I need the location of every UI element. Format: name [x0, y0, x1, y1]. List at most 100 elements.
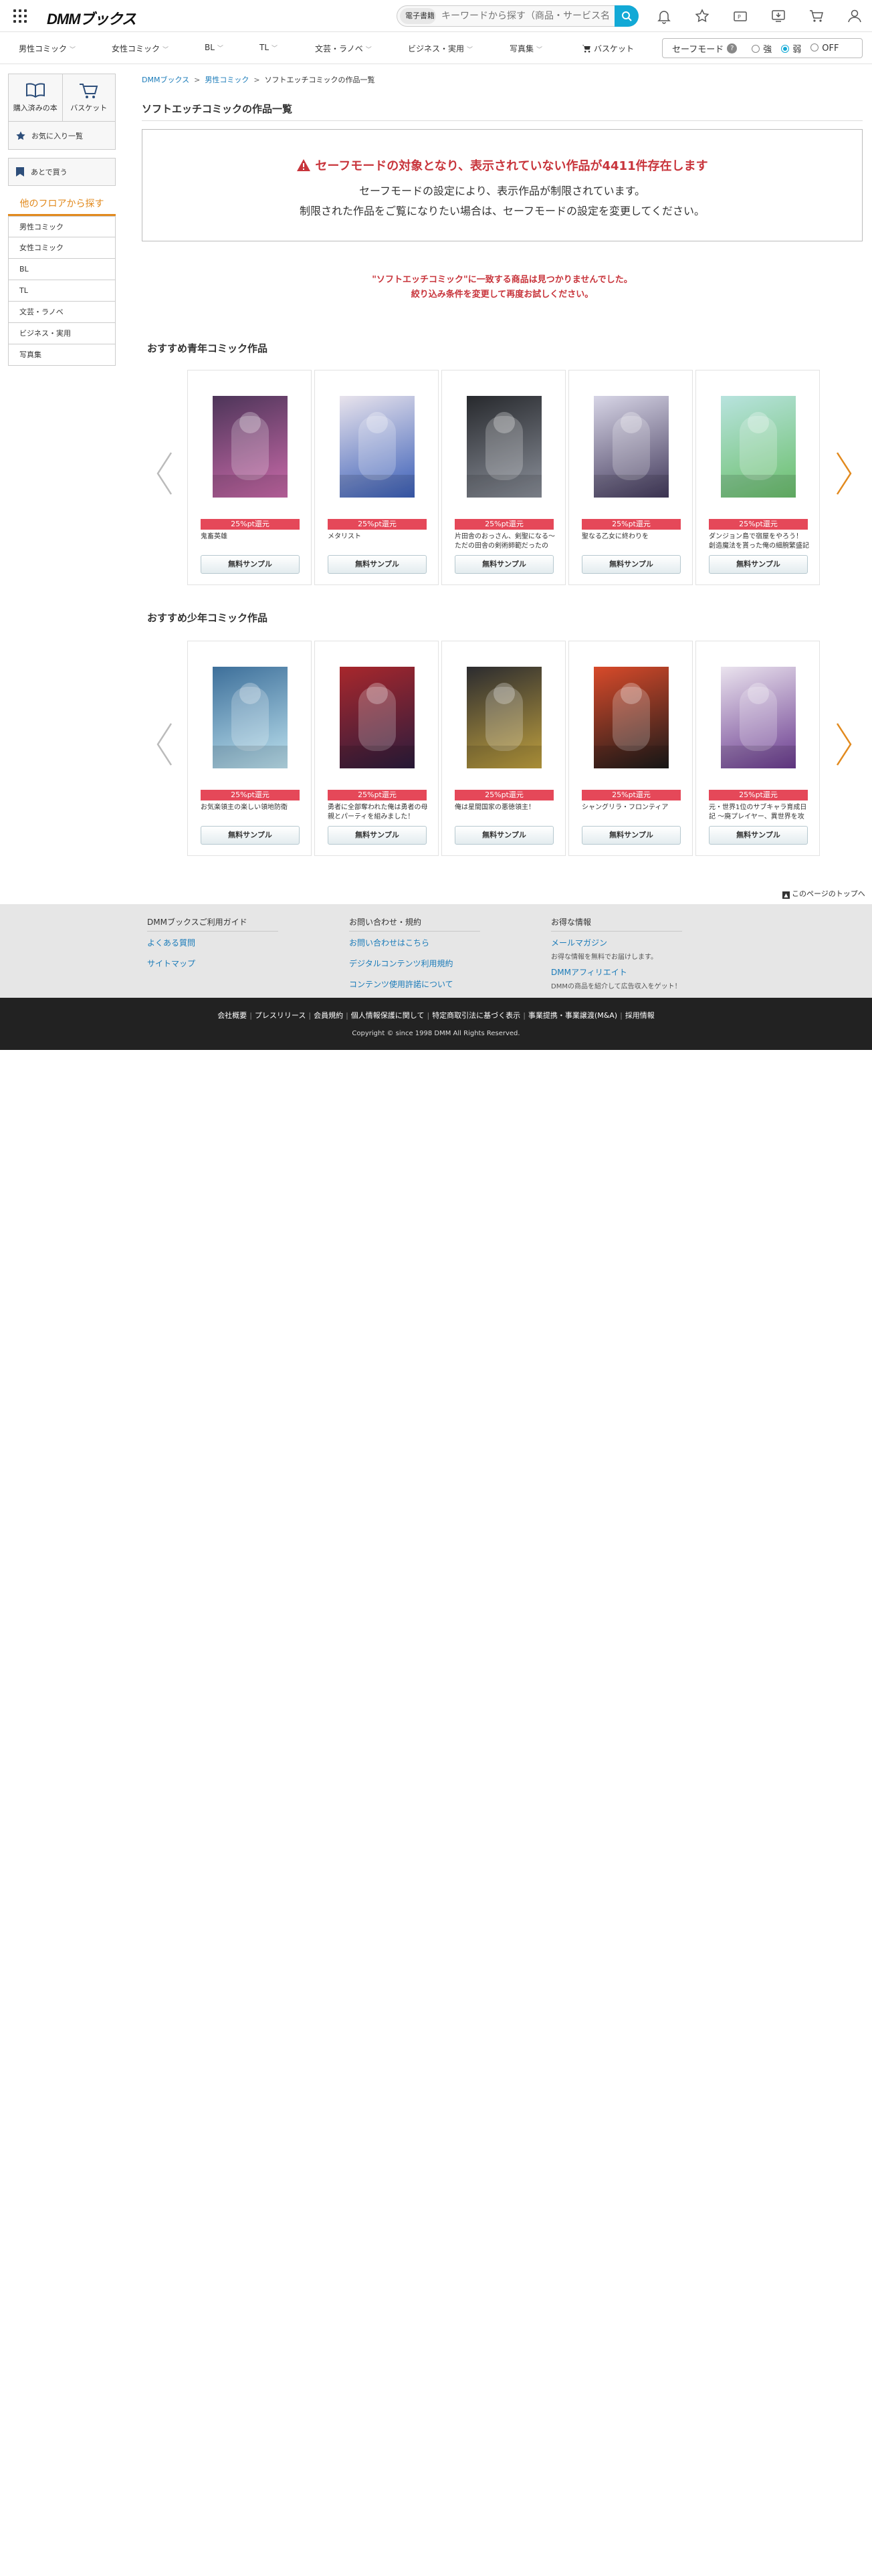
floor-item[interactable]: ビジネス・実用: [8, 323, 116, 344]
point-card-icon[interactable]: P: [732, 8, 748, 24]
search-input[interactable]: [441, 11, 609, 21]
radio-selected-icon: [781, 44, 790, 53]
bell-icon[interactable]: [656, 8, 672, 24]
book-cover-image[interactable]: [594, 667, 669, 768]
footer-link[interactable]: よくある質問: [147, 937, 278, 948]
footer-link[interactable]: コンテンツ使用許諾について: [349, 978, 480, 990]
book-cover-image[interactable]: [721, 396, 796, 498]
product-card[interactable]: 25%pt還元 シャングリラ・フロンティア 無料サンプル: [568, 641, 693, 856]
footer-bottom-link[interactable]: 会社概要: [217, 1011, 247, 1020]
product-title[interactable]: 元・世界1位のサブキャラ育成日記 ～廃プレイヤー、異世界を攻略中！～: [709, 803, 809, 822]
book-cover-image[interactable]: [340, 667, 415, 768]
favorites-link[interactable]: お気に入り一覧: [8, 122, 116, 150]
footer-bottom-link[interactable]: 会員規約: [314, 1011, 343, 1020]
breadcrumb-link[interactable]: 男性コミック: [205, 76, 249, 84]
product-title[interactable]: シャングリラ・フロンティア: [582, 803, 682, 822]
book-cover-image[interactable]: [594, 396, 669, 498]
footer-link[interactable]: サイトマップ: [147, 958, 278, 969]
product-card[interactable]: 25%pt還元 ダンジョン島で宿屋をやろう！ 創造魔法を貰った俺の細腕繁盛記 無料サ…: [695, 370, 820, 585]
footer-bottom-link[interactable]: 事業提携・事業譲渡(M&A): [528, 1011, 617, 1020]
footer-bottom-link[interactable]: プレスリリース: [255, 1011, 306, 1020]
footer-link[interactable]: デジタルコンテンツ利用規約: [349, 958, 480, 969]
footer-link[interactable]: お問い合わせはこちら: [349, 937, 480, 948]
nav-basket-link[interactable]: バスケット: [582, 43, 634, 54]
nav-item-tl[interactable]: TL ﹀: [259, 43, 278, 52]
product-card[interactable]: 25%pt還元 聖なる乙女に終わりを 無料サンプル: [568, 370, 693, 585]
safe-mode-option-off[interactable]: OFF: [810, 43, 839, 53]
product-title[interactable]: 俺は星間国家の悪徳領主！: [455, 803, 555, 822]
book-cover-image[interactable]: [721, 667, 796, 768]
safe-mode-option-strong[interactable]: 強: [752, 42, 772, 55]
nav-item-photobook[interactable]: 写真集 ﹀: [510, 43, 542, 54]
free-sample-button[interactable]: 無料サンプル: [455, 826, 554, 845]
free-sample-button[interactable]: 無料サンプル: [328, 826, 427, 845]
free-sample-button[interactable]: 無料サンプル: [201, 555, 300, 574]
product-card[interactable]: 25%pt還元 メタリスト 無料サンプル: [314, 370, 439, 585]
sidebar-basket-button[interactable]: バスケット: [62, 74, 116, 121]
nav-item-womens-comic[interactable]: 女性コミック ﹀: [112, 43, 169, 54]
svg-text:P: P: [738, 14, 741, 20]
nav-item-business[interactable]: ビジネス・実用 ﹀: [408, 43, 473, 54]
floor-item[interactable]: 写真集: [8, 344, 116, 366]
floor-item[interactable]: 女性コミック: [8, 237, 116, 259]
product-title[interactable]: メタリスト: [328, 532, 428, 551]
product-title[interactable]: お気楽領主の楽しい領地防衛: [201, 803, 301, 822]
product-title[interactable]: 鬼畜英雄: [201, 532, 301, 551]
book-cover-image[interactable]: [467, 667, 542, 768]
floor-item[interactable]: BL: [8, 259, 116, 280]
cart-icon[interactable]: [808, 8, 825, 24]
footer-bottom-link[interactable]: 個人情報保護に関して: [351, 1011, 425, 1020]
search-category-select[interactable]: 電子書籍 全: [400, 8, 436, 24]
nav-item-novel[interactable]: 文芸・ラノベ ﹀: [315, 43, 372, 54]
book-cover-image[interactable]: [213, 396, 288, 498]
footer-text: お得な情報を無料でお届けします。: [551, 954, 657, 961]
footer-separator: |: [346, 1011, 348, 1020]
footer-column-title: お問い合わせ・規約: [349, 916, 480, 932]
footer-bottom-link[interactable]: 採用情報: [625, 1011, 655, 1020]
floor-item[interactable]: 文芸・ラノベ: [8, 302, 116, 323]
user-icon[interactable]: [847, 8, 863, 24]
product-card[interactable]: 25%pt還元 俺は星間国家の悪徳領主！ 無料サンプル: [441, 641, 566, 856]
carousel-prev-arrow[interactable]: [154, 721, 175, 768]
help-icon[interactable]: ?: [727, 43, 738, 53]
free-sample-button[interactable]: 無料サンプル: [582, 826, 681, 845]
footer-link[interactable]: DMMアフィリエイト: [551, 966, 682, 978]
product-title[interactable]: 勇者に全部奪われた俺は勇者の母親とパーティを組みました！: [328, 803, 428, 822]
download-icon[interactable]: [770, 8, 786, 24]
book-cover-image[interactable]: [213, 667, 288, 768]
free-sample-button[interactable]: 無料サンプル: [455, 555, 554, 574]
book-cover-image[interactable]: [467, 396, 542, 498]
product-title[interactable]: 聖なる乙女に終わりを: [582, 532, 682, 551]
footer-link[interactable]: メールマガジン: [551, 937, 682, 948]
product-card[interactable]: 25%pt還元元・世界1位のサブキャラ育成日記 ～廃プレイヤー、異世界を攻略中！…: [695, 641, 820, 856]
carousel-next-arrow[interactable]: [833, 450, 855, 497]
product-card[interactable]: 25%pt還元 鬼畜英雄 無料サンプル: [187, 370, 312, 585]
floor-item[interactable]: TL: [8, 280, 116, 302]
carousel-next-arrow[interactable]: [833, 721, 855, 768]
free-sample-button[interactable]: 無料サンプル: [582, 555, 681, 574]
product-card[interactable]: 25%pt還元 勇者に全部奪われた俺は勇者の母親とパーティを組みました！ 無料サンプ…: [314, 641, 439, 856]
back-to-top-link[interactable]: ▲ このページのトップへ: [782, 888, 865, 899]
free-sample-button[interactable]: 無料サンプル: [709, 826, 808, 845]
carousel-prev-arrow[interactable]: [154, 450, 175, 497]
site-logo[interactable]: DMMブックス: [47, 7, 136, 29]
safe-mode-option-weak[interactable]: 弱: [781, 42, 801, 55]
floor-item[interactable]: 男性コミック: [8, 216, 116, 237]
breadcrumb-link[interactable]: DMMブックス: [142, 76, 189, 84]
nav-item-bl[interactable]: BL ﹀: [205, 43, 223, 52]
purchased-books-button[interactable]: 購入済みの本: [9, 74, 62, 121]
apps-grid-icon[interactable]: [13, 9, 27, 23]
search-button[interactable]: [615, 5, 639, 27]
product-card[interactable]: 25%pt還元片田舎のおっさん、剣聖になる～ただの田舎の剣術師範だったのに、大成…: [441, 370, 566, 585]
free-sample-button[interactable]: 無料サンプル: [709, 555, 808, 574]
buy-later-link[interactable]: あとで買う: [8, 158, 116, 186]
star-icon[interactable]: [694, 8, 710, 24]
product-card[interactable]: 25%pt還元 お気楽領主の楽しい領地防衛 無料サンプル: [187, 641, 312, 856]
free-sample-button[interactable]: 無料サンプル: [328, 555, 427, 574]
product-title[interactable]: ダンジョン島で宿屋をやろう！ 創造魔法を貰った俺の細腕繁盛記: [709, 532, 809, 551]
book-cover-image[interactable]: [340, 396, 415, 498]
free-sample-button[interactable]: 無料サンプル: [201, 826, 300, 845]
product-title[interactable]: 片田舎のおっさん、剣聖になる～ただの田舎の剣術師範だったのに、大成した弟子たちが…: [455, 532, 555, 551]
nav-item-mens-comic[interactable]: 男性コミック ﹀: [19, 43, 76, 54]
footer-bottom-link[interactable]: 特定商取引法に基づく表示: [432, 1011, 520, 1020]
